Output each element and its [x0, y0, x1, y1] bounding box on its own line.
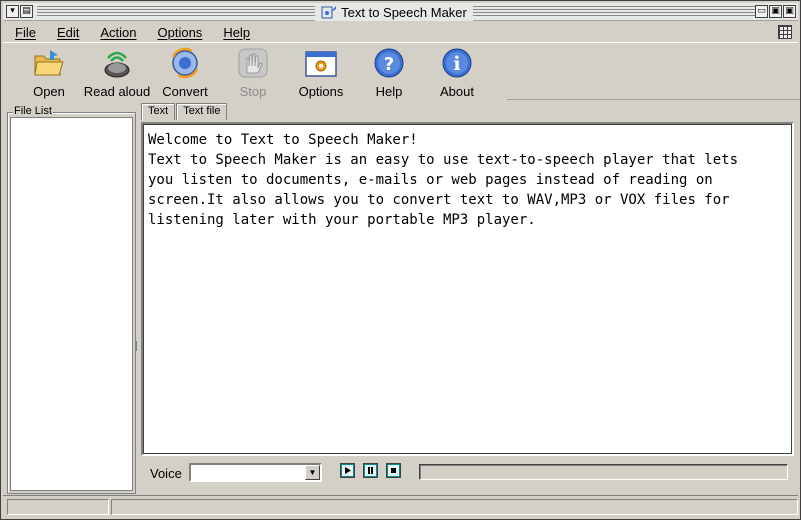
svg-text:?: ? [384, 54, 394, 75]
status-bar [3, 495, 798, 517]
svg-text:i: i [453, 53, 460, 75]
help-button[interactable]: ? Help [355, 46, 423, 101]
text-editor-content[interactable]: Welcome to Text to Speech Maker! Text to… [143, 124, 792, 454]
toolbar-separator [507, 99, 800, 100]
window-title: Text to Speech Maker [341, 4, 467, 20]
pause-icon [368, 467, 373, 474]
menu-edit[interactable]: Edit [57, 25, 79, 40]
file-list-legend: File List [13, 105, 53, 117]
title-box: Text to Speech Maker [315, 3, 473, 21]
options-button[interactable]: Options [287, 46, 355, 101]
tab-text[interactable]: Text [141, 103, 176, 120]
system-menu-button[interactable]: ▾ [6, 5, 19, 18]
menu-options[interactable]: Options [158, 25, 203, 40]
text-editor[interactable]: Welcome to Text to Speech Maker! Text to… [141, 122, 794, 456]
status-cell-2 [111, 499, 798, 515]
stop-button[interactable]: Stop [219, 46, 287, 101]
menu-help[interactable]: Help [223, 25, 250, 40]
grid-icon[interactable] [778, 25, 792, 39]
rollup-button[interactable]: ▤ [20, 5, 33, 18]
open-button[interactable]: Open [15, 46, 83, 101]
maximize-button[interactable]: ▣ [769, 5, 782, 18]
pause-button[interactable] [363, 463, 378, 478]
status-cell-1 [7, 499, 109, 515]
tab-bar: Text Text file [141, 103, 228, 120]
folder-open-icon [32, 46, 66, 80]
stop-hand-icon [236, 46, 270, 80]
about-button[interactable]: i About [423, 46, 491, 101]
info-icon: i [440, 46, 474, 80]
convert-button[interactable]: Convert [151, 46, 219, 101]
play-icon [345, 467, 351, 474]
toolbar: Open Read aloud Convert Stop Options ? H… [15, 46, 491, 101]
read-aloud-button[interactable]: Read aloud [83, 46, 151, 101]
play-button[interactable] [340, 463, 355, 478]
options-window-icon [304, 46, 338, 80]
minimize-button[interactable]: ▭ [755, 5, 768, 18]
stop-playback-button[interactable] [386, 463, 401, 478]
progress-bar [419, 464, 788, 480]
panel-splitter[interactable] [136, 341, 138, 351]
convert-icon [168, 46, 202, 80]
file-list-panel: File List [7, 105, 136, 494]
menu-file[interactable]: File [15, 25, 36, 40]
app-icon [321, 6, 337, 19]
stop-icon [391, 468, 396, 473]
help-icon: ? [372, 46, 406, 80]
menu-action[interactable]: Action [100, 25, 136, 40]
speaker-icon [100, 46, 134, 80]
voice-label: Voice [150, 466, 182, 481]
main-window: ▾ ▤ Text to Speech Maker ▭ ▣ ▣ File Edit… [0, 0, 801, 520]
title-bar[interactable]: ▾ ▤ Text to Speech Maker ▭ ▣ ▣ [3, 3, 798, 21]
voice-select[interactable]: ▼ [189, 463, 322, 482]
menu-bar: File Edit Action Options Help [3, 22, 798, 43]
chevron-down-icon[interactable]: ▼ [305, 465, 320, 480]
file-list[interactable] [10, 117, 133, 491]
tab-text-file[interactable]: Text file [176, 103, 228, 120]
close-button[interactable]: ▣ [783, 5, 796, 18]
